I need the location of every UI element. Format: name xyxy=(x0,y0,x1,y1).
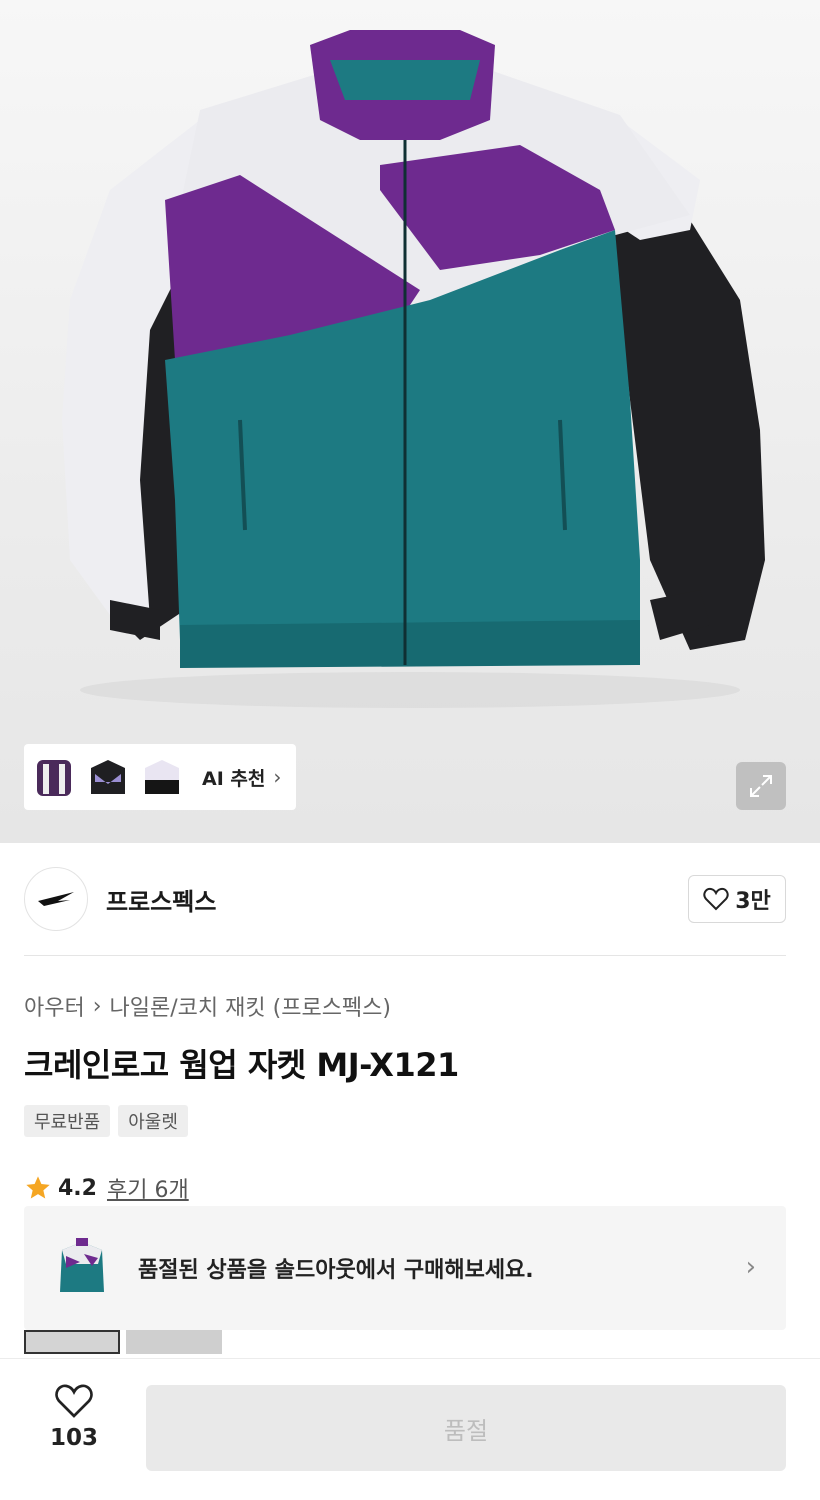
option-chip[interactable] xyxy=(24,1330,120,1354)
soldout-banner[interactable]: 품절된 상품을 솔드아웃에서 구매해보세요. › xyxy=(24,1206,786,1330)
chevron-right-icon: › xyxy=(273,765,282,789)
divider xyxy=(24,955,786,956)
brand-name[interactable]: 프로스펙스 xyxy=(106,882,216,917)
breadcrumb-subcategory[interactable]: 나일론/코치 재킷 (프로스펙스) xyxy=(110,990,391,1022)
review-link[interactable]: 후기 6개 xyxy=(107,1172,189,1204)
ai-thumb-2[interactable] xyxy=(82,749,134,805)
soldout-product-thumb xyxy=(60,1238,104,1292)
buy-button-disabled[interactable]: 품절 xyxy=(146,1385,786,1471)
product-tags: 무료반품 아울렛 xyxy=(24,1105,188,1137)
expand-icon xyxy=(750,775,772,797)
ai-recommend-label: AI 추천 xyxy=(202,767,266,790)
brand-logo-icon xyxy=(38,892,74,906)
tag-outlet: 아울렛 xyxy=(118,1105,188,1137)
jacket-illustration xyxy=(62,30,765,708)
ai-thumb-1[interactable] xyxy=(28,749,80,805)
tag-free-return: 무료반품 xyxy=(24,1105,111,1137)
brand-like-count: 3만 xyxy=(735,889,771,914)
wishlist-button[interactable]: 103 xyxy=(32,1383,116,1451)
brand-like-button[interactable]: 3만 xyxy=(688,875,786,923)
breadcrumb-separator-icon: › xyxy=(92,993,102,1019)
breadcrumb-category[interactable]: 아우터 xyxy=(24,990,85,1022)
rating-score: 4.2 xyxy=(58,1175,97,1201)
soldout-banner-text: 품절된 상품을 솔드아웃에서 구매해보세요. xyxy=(138,1258,534,1283)
brand-logo[interactable] xyxy=(24,867,88,931)
expand-button[interactable] xyxy=(736,762,786,810)
heart-icon xyxy=(703,887,729,911)
brand-row[interactable]: 프로스펙스 3만 xyxy=(24,866,786,932)
ai-thumb-3[interactable] xyxy=(136,749,188,805)
product-title: 크레인로고 웜업 자켓 MJ-X121 xyxy=(24,1046,459,1084)
bottom-action-bar: 103 품절 xyxy=(0,1358,820,1500)
heart-icon xyxy=(55,1384,93,1418)
chevron-right-icon: › xyxy=(745,1252,756,1282)
ai-recommend-chip[interactable]: AI 추천 › xyxy=(24,744,296,810)
product-image[interactable]: AI 추천 › xyxy=(0,0,820,843)
option-chip[interactable] xyxy=(126,1330,222,1354)
rating-row: 4.2 후기 6개 xyxy=(24,1172,189,1204)
wishlist-count: 103 xyxy=(49,1425,98,1451)
star-icon xyxy=(26,1176,50,1199)
breadcrumb: 아우터 › 나일론/코치 재킷 (프로스펙스) xyxy=(24,990,391,1022)
